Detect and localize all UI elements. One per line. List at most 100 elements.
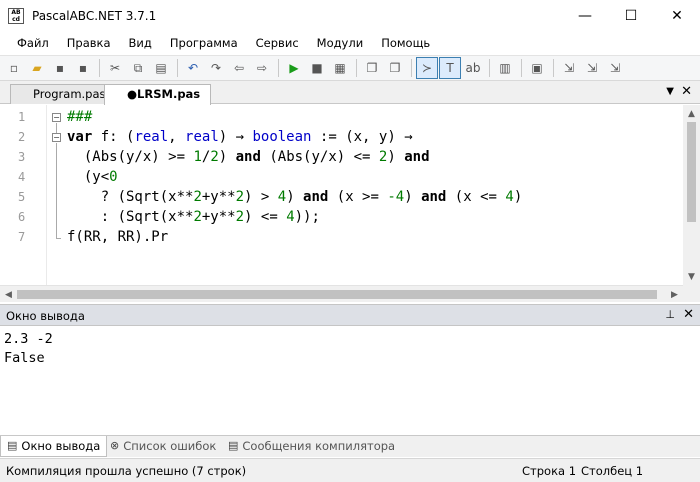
code-number: 2 [235, 189, 245, 205]
line-number: 3 [18, 150, 26, 164]
navigate-back-icon[interactable]: ⇦ [228, 57, 250, 79]
paste-icon[interactable]: ▤ [150, 57, 172, 79]
compile-icon[interactable]: ▦ [329, 57, 351, 79]
scroll-right-icon[interactable]: ▶ [666, 286, 683, 303]
error-list-icon: ⊗ [110, 439, 120, 452]
code-token: (Abs(y/x) <= [260, 149, 379, 165]
close-button[interactable]: ✕ [654, 0, 700, 31]
run-icon[interactable]: ▶ [283, 57, 305, 79]
menu-bar: Файл Правка Вид Программа Сервис Модули … [0, 31, 700, 55]
uncomment-icon[interactable]: ❐ [384, 57, 406, 79]
code-token: ) [286, 189, 304, 205]
tab-error-list[interactable]: ⊗ Список ошибок [104, 436, 222, 457]
toolbar-separator [489, 59, 490, 77]
undo-icon[interactable]: ↶ [182, 57, 204, 79]
cut-icon[interactable]: ✂ [104, 57, 126, 79]
tab-program-pas[interactable]: Program.pas [10, 84, 117, 104]
output-window[interactable]: 2.3 -2 False [0, 327, 700, 435]
code-keyword: var [67, 129, 93, 145]
save-all-icon[interactable]: ▪ [72, 57, 94, 79]
tab-list-dropdown-icon[interactable]: ▼ [666, 86, 674, 97]
text-icon[interactable]: T [439, 57, 461, 79]
menu-service[interactable]: Сервис [247, 36, 308, 50]
code-line-7: f(RR, RR).Pr [67, 229, 168, 245]
scroll-left-icon[interactable]: ◀ [0, 286, 17, 303]
tab-output-window[interactable]: ▤ Окно вывода [0, 436, 108, 457]
code-type: real [134, 129, 169, 145]
stop-icon[interactable]: ■ [306, 57, 328, 79]
output-close-icon[interactable]: ✕ [683, 307, 694, 322]
code-number: -4 [387, 189, 405, 205]
menu-help[interactable]: Помощь [372, 36, 439, 50]
tab-close-icon[interactable]: ✕ [681, 84, 692, 99]
menu-modules[interactable]: Модули [308, 36, 373, 50]
redo-icon[interactable]: ↷ [205, 57, 227, 79]
window-controls: — ☐ ✕ [562, 0, 700, 31]
code-token: ) [513, 189, 523, 205]
tab-compiler-messages[interactable]: ▤ Сообщения компилятора [222, 436, 401, 457]
debug-step-icon[interactable]: ⇲ [558, 57, 580, 79]
menu-view[interactable]: Вид [120, 36, 161, 50]
minimize-button[interactable]: — [562, 0, 608, 31]
line-number: 5 [18, 190, 26, 204]
line-number: 4 [18, 170, 26, 184]
open-folder-icon[interactable]: ▰ [26, 57, 48, 79]
scroll-down-icon[interactable]: ▼ [683, 268, 700, 285]
code-token: := (x, y) → [311, 129, 413, 145]
bottom-tab-bar: ▤ Окно вывода ⊗ Список ошибок ▤ Сообщени… [0, 435, 700, 457]
line-number: 1 [18, 110, 26, 124]
line-number: 2 [18, 130, 26, 144]
code-editor[interactable]: 1 2 3 4 5 6 7 − − ### var f: (real, real… [0, 105, 700, 285]
menu-file[interactable]: Файл [8, 36, 58, 50]
code-line-6: : (Sqrt(x**2+y**2) <= 4)); [67, 209, 320, 225]
format-icon[interactable]: ab [462, 57, 484, 79]
debug-into-icon[interactable]: ⇲ [581, 57, 603, 79]
console-icon[interactable]: ≻ [416, 57, 438, 79]
window-title: PascalABC.NET 3.7.1 [32, 8, 157, 23]
code-number: 4 [277, 189, 287, 205]
debug-icon[interactable]: ▥ [494, 57, 516, 79]
tab-lrsm-pas[interactable]: ●LRSM.pas [104, 84, 212, 105]
scroll-thumb[interactable] [687, 122, 696, 222]
code-icon[interactable]: ▣ [526, 57, 548, 79]
editor-vertical-scrollbar[interactable]: ▲ ▼ [683, 105, 700, 285]
fold-guide-line [56, 143, 57, 238]
output-line: False [4, 350, 45, 366]
fold-toggle-icon[interactable]: − [52, 113, 61, 122]
code-token: (Abs(y/x) >= [67, 149, 194, 165]
fold-toggle-icon[interactable]: − [52, 133, 61, 142]
output-panel-title: Окно вывода [6, 309, 85, 323]
menu-program[interactable]: Программа [161, 36, 247, 50]
code-token: +y** [201, 189, 236, 205]
code-token: f: ( [92, 129, 135, 145]
maximize-button[interactable]: ☐ [608, 0, 654, 31]
navigate-forward-icon[interactable]: ⇨ [251, 57, 273, 79]
code-line-3: (Abs(y/x) >= 1/2) and (Abs(y/x) <= 2) an… [67, 149, 430, 165]
toolbar: ▫ ▰ ▪ ▪ ✂ ⧉ ▤ ↶ ↷ ⇦ ⇨ ▶ ■ ▦ ❐ ❐ ≻ T ab ▥… [0, 55, 700, 81]
copy-icon[interactable]: ⧉ [127, 57, 149, 79]
code-token: ) [387, 149, 405, 165]
toolbar-separator [521, 59, 522, 77]
scrollbar-corner [683, 285, 700, 302]
code-line-1: ### [67, 109, 92, 125]
scroll-up-icon[interactable]: ▲ [683, 105, 700, 122]
code-token: (x <= [446, 189, 506, 205]
line-number: 6 [18, 210, 26, 224]
status-message: Компиляция прошла успешно (7 строк) [6, 464, 247, 478]
code-keyword: and [235, 149, 261, 165]
code-token: , [168, 129, 186, 145]
line-number: 7 [18, 230, 26, 244]
output-window-icon: ▤ [7, 439, 18, 452]
new-file-icon[interactable]: ▫ [3, 57, 25, 79]
code-type: boolean [252, 129, 312, 145]
output-panel-header: Окно вывода ⊥ ✕ [0, 304, 700, 326]
file-tab-bar: Program.pas ●LRSM.pas ▼ ✕ [0, 81, 700, 105]
menu-edit[interactable]: Правка [58, 36, 120, 50]
scroll-thumb[interactable] [17, 290, 657, 299]
save-icon[interactable]: ▪ [49, 57, 71, 79]
debug-out-icon[interactable]: ⇲ [604, 57, 626, 79]
comment-icon[interactable]: ❐ [361, 57, 383, 79]
editor-horizontal-scrollbar[interactable]: ◀ ▶ [0, 285, 683, 302]
code-token: ) > [244, 189, 278, 205]
pin-icon[interactable]: ⊥ [665, 308, 675, 321]
